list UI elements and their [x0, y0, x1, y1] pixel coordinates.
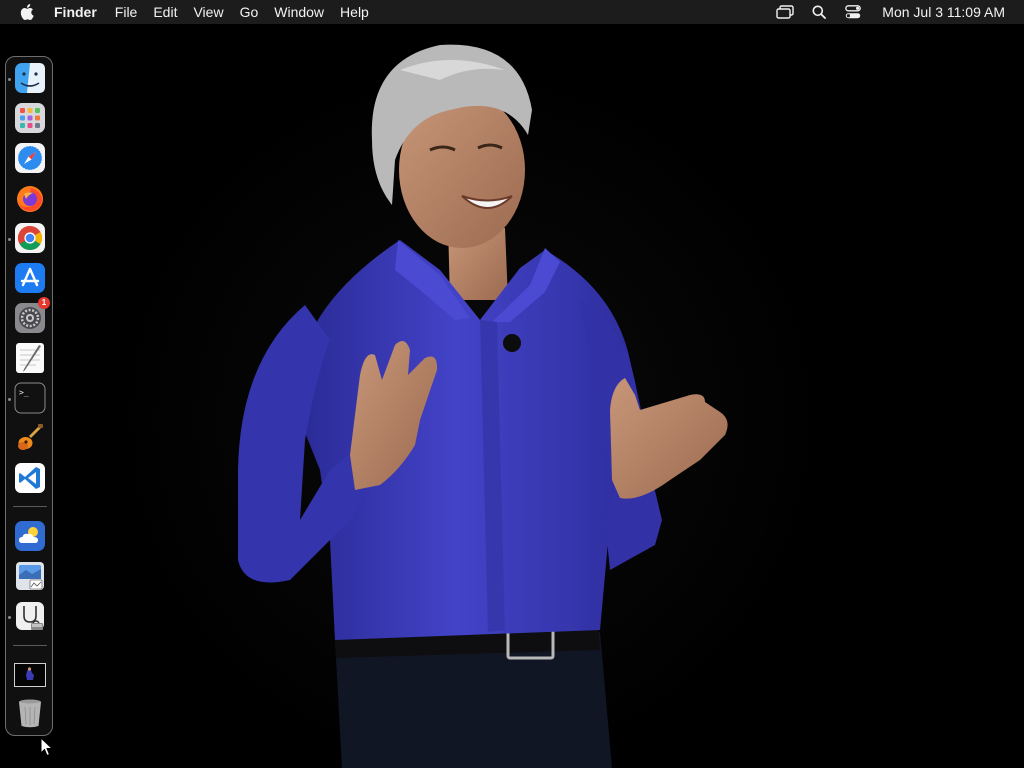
mouse-cursor-icon — [40, 737, 54, 757]
image-thumbnail-icon — [14, 663, 46, 687]
control-center-icon[interactable] — [842, 0, 864, 24]
dock-item-app-store[interactable] — [14, 262, 46, 294]
menu-bar-clock[interactable]: Mon Jul 3 11:09 AM — [870, 4, 1024, 20]
dock-divider — [13, 506, 47, 507]
launchpad-icon — [15, 103, 45, 133]
apple-menu-icon[interactable] — [19, 4, 35, 20]
terminal-icon: >_ — [14, 382, 46, 414]
safari-icon — [15, 143, 45, 173]
running-indicator — [8, 398, 11, 401]
menu-window[interactable]: Window — [266, 0, 332, 24]
dock-item-terminal[interactable]: >_ — [14, 382, 46, 414]
running-indicator — [8, 616, 11, 619]
dock-item-textedit[interactable] — [14, 342, 46, 374]
running-indicator — [8, 238, 11, 241]
vscode-icon — [15, 463, 45, 493]
desktop: Finder File Edit View Go Window Help Mon… — [0, 0, 1024, 768]
dock-item-system-settings[interactable]: 1 — [14, 297, 50, 334]
dock-item-vscode[interactable] — [14, 462, 46, 494]
dock-item-launchpad[interactable] — [14, 102, 46, 134]
dock-item-chrome[interactable] — [14, 222, 46, 254]
dock-item-trash[interactable] — [14, 697, 46, 729]
weather-icon — [15, 521, 45, 551]
menu-go[interactable]: Go — [232, 0, 267, 24]
textedit-icon — [16, 343, 44, 373]
desktop-wallpaper-image — [0, 24, 1024, 768]
svg-text:>_: >_ — [19, 388, 29, 397]
dock-item-finder[interactable] — [14, 62, 46, 94]
preview-icon — [16, 562, 44, 590]
menu-help[interactable]: Help — [332, 0, 377, 24]
menu-bar: Finder File Edit View Go Window Help Mon… — [0, 0, 1024, 24]
garageband-icon — [18, 424, 43, 450]
menu-file[interactable]: File — [107, 0, 146, 24]
app-store-icon — [15, 263, 45, 293]
firefox-icon — [17, 186, 43, 212]
menu-app-name[interactable]: Finder — [46, 0, 107, 24]
menu-edit[interactable]: Edit — [145, 0, 185, 24]
chrome-icon — [15, 223, 45, 253]
dock-item-garageband[interactable] — [14, 422, 46, 454]
trash-icon — [19, 699, 41, 728]
dock: 1 >_ — [5, 56, 53, 736]
spotlight-search-icon[interactable] — [808, 0, 830, 24]
dock-item-disk-utility[interactable] — [14, 600, 46, 632]
finder-icon — [15, 63, 45, 93]
dock-item-firefox[interactable] — [14, 182, 46, 214]
dock-divider — [13, 645, 47, 646]
dock-item-preview[interactable] — [14, 560, 46, 592]
notification-badge: 1 — [38, 297, 50, 309]
dock-item-safari[interactable] — [14, 142, 46, 174]
dock-item-image-thumbnail[interactable] — [14, 659, 46, 691]
running-indicator — [8, 78, 11, 81]
menu-view[interactable]: View — [185, 0, 231, 24]
screen-mirroring-icon[interactable] — [774, 0, 796, 24]
dock-item-weather[interactable] — [14, 520, 46, 552]
disk-utility-icon — [16, 602, 44, 630]
